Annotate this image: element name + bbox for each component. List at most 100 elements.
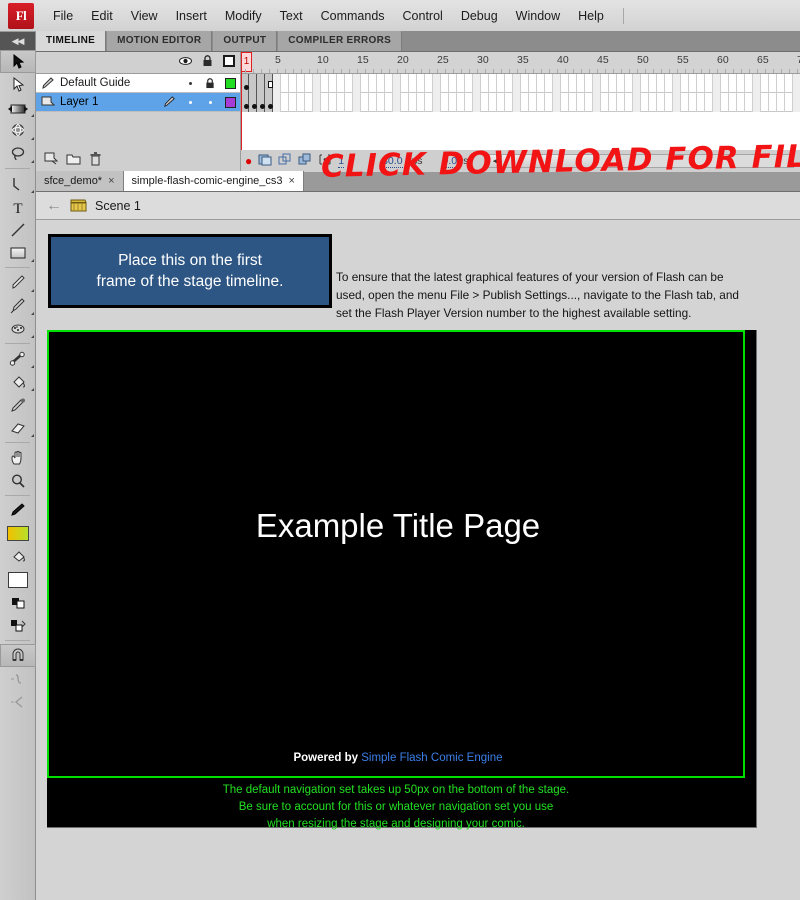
outline-icon[interactable]	[218, 55, 240, 70]
frame-cell[interactable]	[465, 93, 473, 112]
frame-cell[interactable]	[281, 93, 289, 112]
frame-cell[interactable]	[521, 74, 529, 93]
frame-cell[interactable]	[561, 74, 569, 93]
line-tool[interactable]	[0, 218, 36, 241]
layer-color-swatch[interactable]	[220, 96, 240, 108]
frame-cell[interactable]	[505, 93, 513, 112]
pencil-tool[interactable]	[0, 271, 36, 294]
timeline-ruler[interactable]: 1 5 10 15 20 25 30 35 40 45 50 55 60 65 …	[241, 52, 800, 74]
frame-cell[interactable]	[257, 74, 265, 93]
playhead-marker[interactable]: 1	[241, 52, 252, 72]
selection-tool[interactable]	[0, 50, 36, 73]
frame-cell[interactable]	[441, 93, 449, 112]
frame-cell[interactable]	[497, 74, 505, 93]
frame-cell[interactable]	[553, 74, 561, 93]
doc-tab-sfce-demo[interactable]: sfce_demo* ×	[36, 171, 124, 191]
frame-cell[interactable]	[321, 74, 329, 93]
menu-edit[interactable]: Edit	[82, 6, 122, 26]
frame-cell[interactable]	[329, 93, 337, 112]
frame-cell[interactable]	[545, 93, 553, 112]
frame-cell[interactable]	[329, 74, 337, 93]
frame-cell[interactable]	[641, 74, 649, 93]
frame-cell[interactable]	[785, 74, 793, 93]
frame-cell[interactable]	[657, 93, 665, 112]
frame-cell[interactable]	[697, 93, 705, 112]
menu-insert[interactable]: Insert	[167, 6, 216, 26]
frame-cell[interactable]	[609, 93, 617, 112]
edit-multiple-frames-button[interactable]	[318, 153, 332, 169]
scroll-left-arrow-icon[interactable]: ◀	[489, 155, 503, 167]
frame-grid[interactable]	[241, 74, 800, 150]
frame-cell[interactable]	[257, 93, 265, 112]
frame-cell[interactable]	[289, 93, 297, 112]
frame-cell[interactable]	[713, 93, 721, 112]
layer-visibility-toggle[interactable]	[180, 81, 200, 85]
frame-cell[interactable]	[713, 74, 721, 93]
frame-cell[interactable]	[625, 93, 633, 112]
frame-cell[interactable]	[377, 93, 385, 112]
frame-cell[interactable]	[425, 93, 433, 112]
spray-brush-tool[interactable]	[0, 317, 36, 340]
stage-canvas[interactable]: Example Title Page Powered by Simple Fla…	[47, 330, 757, 830]
sfce-link[interactable]: Simple Flash Comic Engine	[361, 752, 502, 764]
frame-cell[interactable]	[409, 74, 417, 93]
frame-cell[interactable]	[449, 93, 457, 112]
center-frame-button[interactable]	[258, 153, 272, 169]
frame-cell[interactable]	[249, 93, 257, 112]
eraser-tool[interactable]	[0, 416, 36, 439]
frame-cell[interactable]	[689, 74, 697, 93]
frame-cell[interactable]	[745, 93, 753, 112]
elapsed-time-value[interactable]: 0.0	[442, 155, 458, 168]
frame-cell[interactable]	[305, 93, 313, 112]
frame-cell[interactable]	[753, 74, 761, 93]
bone-tool[interactable]	[0, 347, 36, 370]
fill-white-swatch[interactable]	[0, 568, 36, 591]
3d-rotation-tool[interactable]	[0, 119, 36, 142]
frame-cell[interactable]	[529, 93, 537, 112]
frame-cell[interactable]	[537, 93, 545, 112]
delete-layer-button[interactable]	[89, 151, 102, 171]
frame-cell[interactable]	[649, 93, 657, 112]
frame-cell[interactable]	[297, 74, 305, 93]
frame-cell[interactable]	[593, 74, 601, 93]
frame-cell[interactable]	[353, 93, 361, 112]
menu-control[interactable]: Control	[394, 6, 452, 26]
close-icon[interactable]: ×	[108, 175, 114, 187]
tab-motion-editor[interactable]: MOTION EDITOR	[107, 31, 213, 51]
swap-colors-button[interactable]	[0, 614, 36, 637]
frame-cell[interactable]	[457, 74, 465, 93]
frame-cell[interactable]	[673, 74, 681, 93]
frame-cell[interactable]	[313, 74, 321, 93]
frame-cell[interactable]	[489, 93, 497, 112]
frame-cell[interactable]	[721, 93, 729, 112]
frame-cell[interactable]	[737, 93, 745, 112]
frame-cell[interactable]	[441, 74, 449, 93]
frame-cell[interactable]	[537, 74, 545, 93]
paint-bucket-tool[interactable]	[0, 370, 36, 393]
frame-cell[interactable]	[641, 93, 649, 112]
timeline-horizontal-scrollbar[interactable]: ◀	[488, 154, 794, 168]
back-arrow-icon[interactable]: ←	[46, 197, 62, 215]
frame-cell[interactable]	[729, 93, 737, 112]
frame-cell[interactable]	[281, 74, 289, 93]
frame-cell[interactable]	[729, 74, 737, 93]
frame-cell[interactable]	[417, 74, 425, 93]
frame-cell[interactable]	[665, 93, 673, 112]
frame-cell[interactable]	[481, 74, 489, 93]
frame-cell[interactable]	[545, 74, 553, 93]
frame-cell[interactable]	[777, 74, 785, 93]
menu-modify[interactable]: Modify	[216, 6, 271, 26]
hand-tool[interactable]	[0, 446, 36, 469]
frame-cell[interactable]	[457, 93, 465, 112]
frame-cell[interactable]	[369, 74, 377, 93]
frame-cell[interactable]	[497, 93, 505, 112]
subselection-tool[interactable]	[0, 73, 36, 96]
frame-cell[interactable]	[241, 74, 249, 93]
fill-bucket-indicator[interactable]	[0, 545, 36, 568]
frame-cell[interactable]	[753, 93, 761, 112]
frame-cell[interactable]	[769, 93, 777, 112]
frame-cell[interactable]	[369, 93, 377, 112]
frame-cell[interactable]	[297, 93, 305, 112]
frame-cell[interactable]	[593, 93, 601, 112]
free-transform-tool[interactable]	[0, 96, 36, 119]
